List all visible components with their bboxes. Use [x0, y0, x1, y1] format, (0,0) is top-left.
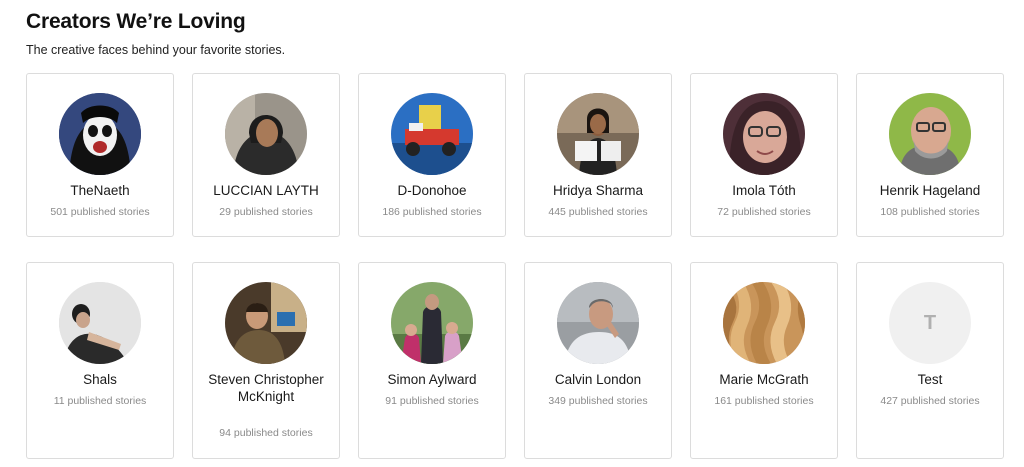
creator-avatar[interactable] — [225, 93, 307, 175]
creator-name[interactable]: Henrik Hageland — [863, 182, 997, 199]
creator-card[interactable]: Calvin London 349 published stories — [524, 262, 672, 459]
story-count: 72 published stories — [717, 206, 811, 218]
creator-card[interactable]: Shals 11 published stories — [26, 262, 174, 459]
creator-name[interactable]: Marie McGrath — [697, 371, 831, 388]
avatar-initial: T — [923, 311, 937, 334]
page-title: Creators We’re Loving — [26, 10, 246, 33]
creator-name[interactable]: Calvin London — [531, 371, 665, 388]
creator-avatar[interactable] — [391, 282, 473, 364]
creator-name[interactable]: TheNaeth — [33, 182, 167, 199]
creator-card[interactable]: Henrik Hageland 108 published stories — [856, 73, 1004, 237]
story-count: 445 published stories — [548, 206, 648, 218]
creator-card[interactable]: TheNaeth 501 published stories — [26, 73, 174, 237]
creator-avatar[interactable] — [59, 93, 141, 175]
creator-avatar[interactable] — [723, 93, 805, 175]
creator-name[interactable]: D-Donohoe — [365, 182, 499, 199]
creator-card[interactable]: Marie McGrath 161 published stories — [690, 262, 838, 459]
creator-name[interactable]: Simon Aylward — [365, 371, 499, 388]
creator-card[interactable]: Hridya Sharma 445 published stories — [524, 73, 672, 237]
creator-avatar[interactable] — [59, 282, 141, 364]
creator-grid: TheNaeth 501 published stories LUCCIAN L… — [26, 73, 1006, 459]
creator-name[interactable]: Imola Tóth — [697, 182, 831, 199]
story-count: 108 published stories — [880, 206, 980, 218]
story-count: 349 published stories — [548, 395, 648, 407]
creator-avatar[interactable] — [225, 282, 307, 364]
creator-name[interactable]: Test — [863, 371, 997, 388]
page-subtitle: The creative faces behind your favorite … — [26, 43, 286, 57]
creator-name[interactable]: LUCCIAN LAYTH — [199, 182, 333, 199]
story-count: 29 published stories — [219, 206, 313, 218]
creator-name[interactable]: Steven Christopher McKnight — [199, 371, 333, 405]
creator-card[interactable]: D-Donohoe 186 published stories — [358, 73, 506, 237]
creator-name[interactable]: Shals — [33, 371, 167, 388]
creator-card[interactable]: Simon Aylward 91 published stories — [358, 262, 506, 459]
creator-avatar[interactable] — [557, 93, 639, 175]
story-count: 161 published stories — [714, 395, 814, 407]
creator-card[interactable]: Imola Tóth 72 published stories — [690, 73, 838, 237]
creator-avatar[interactable] — [889, 93, 971, 175]
story-count: 186 published stories — [382, 206, 482, 218]
creator-card[interactable]: T Test 427 published stories — [856, 262, 1004, 459]
creator-avatar-placeholder[interactable]: T — [889, 282, 971, 364]
story-count: 501 published stories — [50, 206, 150, 218]
creator-avatar[interactable] — [723, 282, 805, 364]
story-count: 427 published stories — [880, 395, 980, 407]
story-count: 94 published stories — [219, 427, 313, 439]
creator-card[interactable]: Steven Christopher McKnight 94 published… — [192, 262, 340, 459]
story-count: 11 published stories — [53, 395, 147, 407]
creator-name[interactable]: Hridya Sharma — [531, 182, 665, 199]
story-count: 91 published stories — [385, 395, 479, 407]
creator-card[interactable]: LUCCIAN LAYTH 29 published stories — [192, 73, 340, 237]
creator-avatar[interactable] — [391, 93, 473, 175]
creator-avatar[interactable] — [557, 282, 639, 364]
